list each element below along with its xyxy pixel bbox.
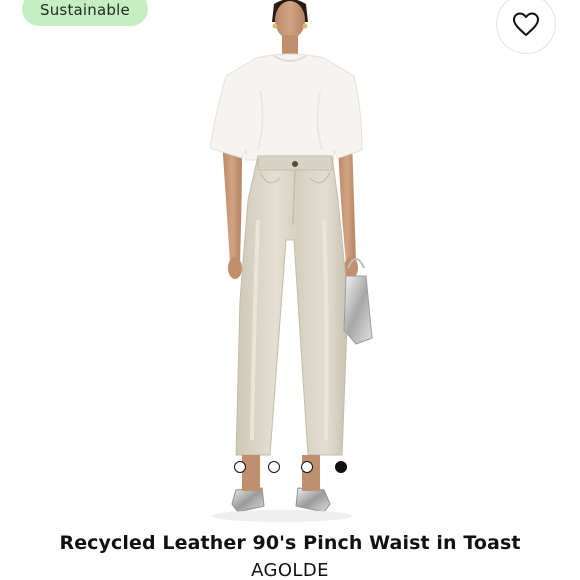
sustainable-badge: Sustainable xyxy=(22,0,148,26)
carousel-dots xyxy=(0,461,580,473)
product-title[interactable]: Recycled Leather 90's Pinch Waist in Toa… xyxy=(0,532,580,554)
carousel-dot-1[interactable] xyxy=(234,461,246,473)
carousel-dot-2[interactable] xyxy=(268,461,280,473)
favorite-button[interactable] xyxy=(496,0,556,54)
product-image[interactable] xyxy=(140,0,440,525)
heart-icon xyxy=(512,11,540,37)
carousel-dot-4[interactable] xyxy=(335,461,347,473)
product-brand[interactable]: AGOLDE xyxy=(0,560,580,580)
product-card: Sustainable Recycled Leather 90's Pinch … xyxy=(0,0,580,580)
carousel-dot-3[interactable] xyxy=(301,461,313,473)
